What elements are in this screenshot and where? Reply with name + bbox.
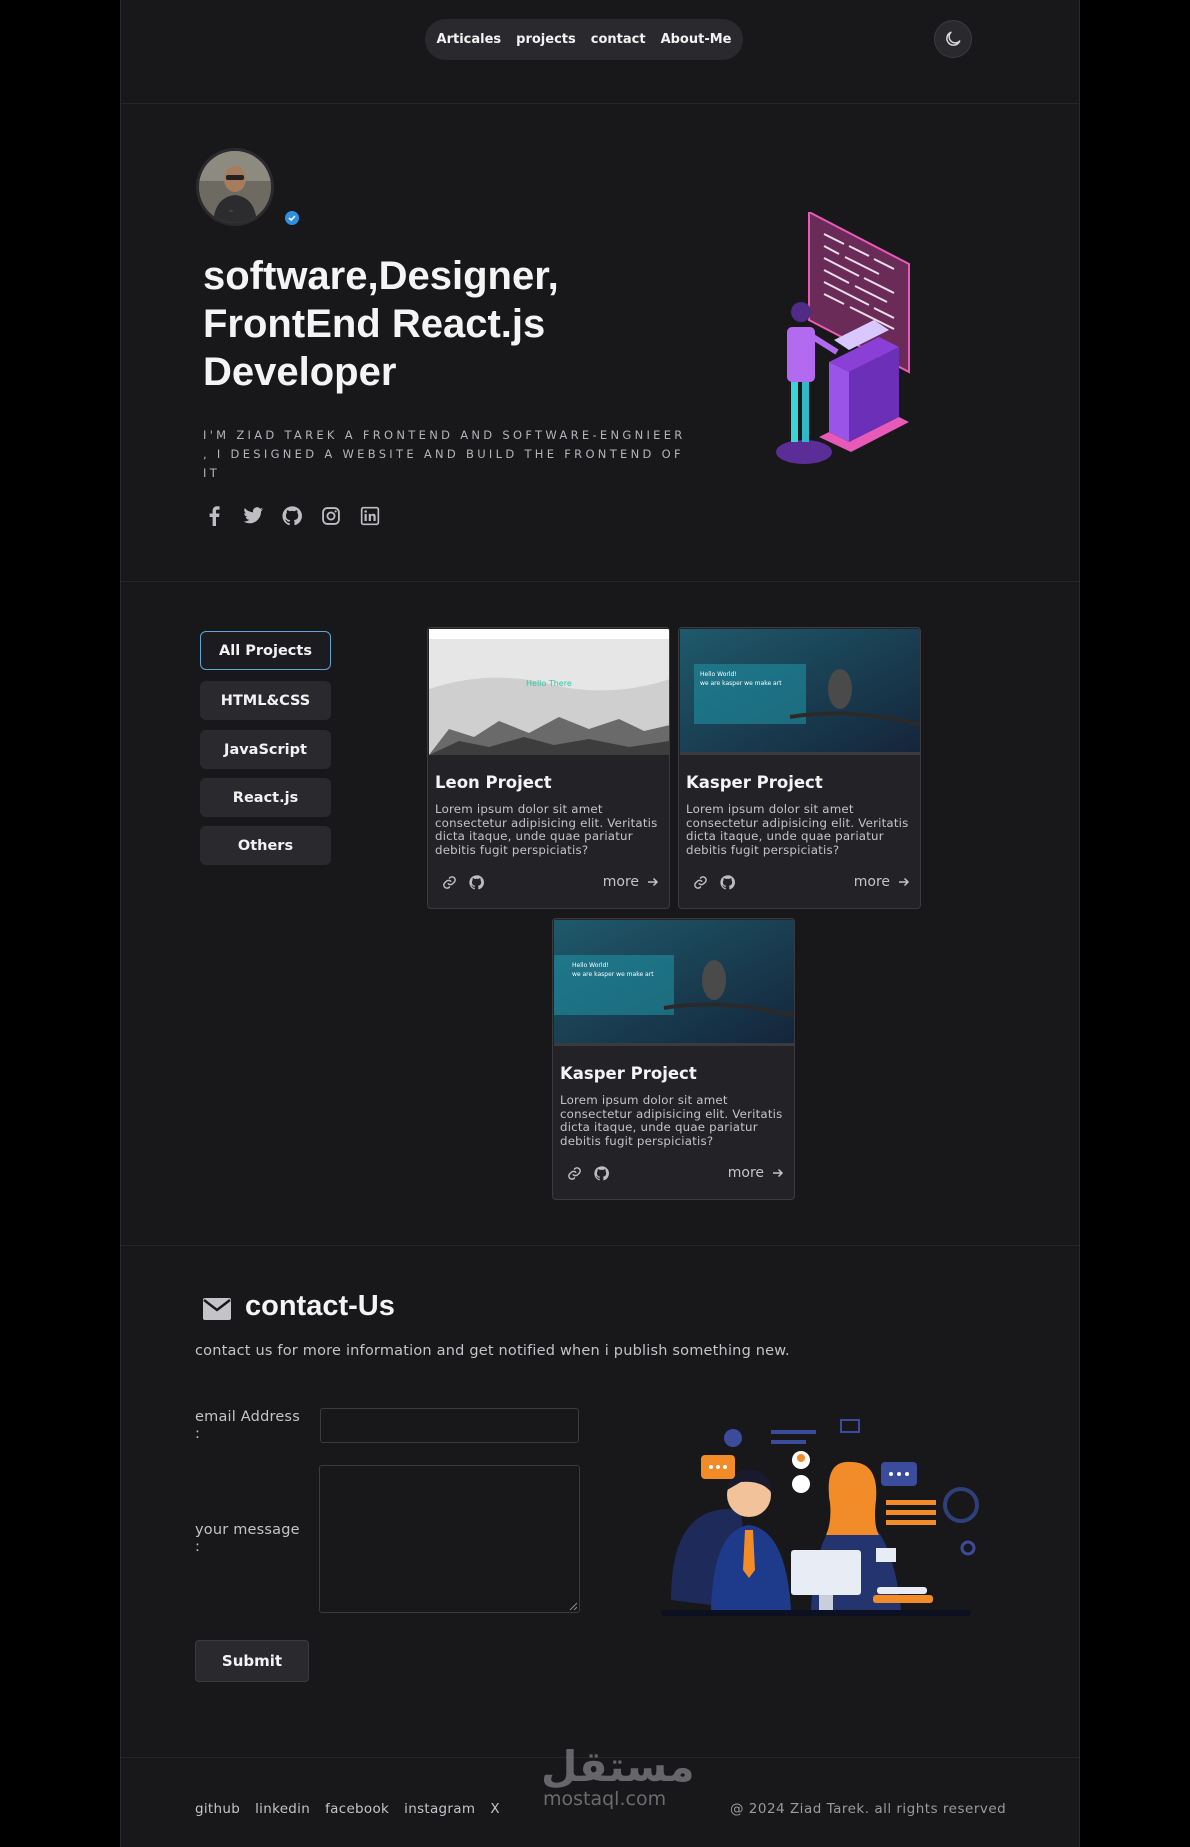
hero-divider [121, 581, 1079, 582]
project-thumbnail: Hello World! we are kasper we make art [680, 629, 920, 755]
email-field[interactable] [320, 1408, 579, 1443]
hero-title: software,Designer, FrontEnd React.js Dev… [203, 254, 559, 394]
more-label: more [853, 874, 890, 890]
github-icon[interactable] [719, 874, 736, 891]
footer-link-facebook[interactable]: facebook [325, 1801, 389, 1817]
theme-toggle-button[interactable] [934, 20, 972, 58]
footer-links: github linkedin facebook instagram X [195, 1801, 500, 1817]
filter-html-css[interactable]: HTML&CSS [200, 681, 331, 720]
project-description: Lorem ipsum dolor sit amet consectetur a… [560, 1093, 783, 1148]
resize-handle-icon[interactable] [569, 1602, 577, 1610]
filter-others[interactable]: Others [200, 826, 331, 865]
contact-subtitle: contact us for more information and get … [195, 1343, 790, 1359]
footer-link-github[interactable]: github [195, 1801, 240, 1817]
filter-all-projects[interactable]: All Projects [200, 631, 331, 670]
avatar: ~ [196, 148, 274, 226]
nav-item-contact[interactable]: contact [591, 32, 646, 47]
project-thumbnail: Hello World! we are kasper we make art [554, 920, 794, 1046]
submit-button[interactable]: Submit [195, 1640, 309, 1682]
more-link[interactable]: more [603, 874, 659, 890]
projects-divider [121, 1245, 1079, 1246]
link-icon[interactable] [692, 874, 709, 891]
thumbnail-heading: Hello There [526, 679, 572, 688]
arrow-right-icon [773, 1168, 784, 1178]
arrow-right-icon [899, 877, 910, 887]
more-link[interactable]: more [728, 1165, 784, 1181]
envelope-icon [203, 1298, 231, 1320]
thumbnail-heading: Hello World! [572, 962, 609, 969]
footer-link-x[interactable]: X [490, 1801, 500, 1817]
contact-title: contact-Us [245, 1290, 395, 1322]
more-label: more [602, 874, 639, 890]
link-icon[interactable] [441, 874, 458, 891]
copyright: @ 2024 Ziad Tarek. all rights reserved [730, 1801, 1007, 1817]
thumbnail-heading: Hello World! [700, 671, 737, 678]
project-links [566, 1165, 610, 1182]
github-icon[interactable] [281, 505, 303, 527]
facebook-icon[interactable] [203, 505, 225, 527]
arrow-right-icon [648, 877, 659, 887]
project-card: Hello World! we are kasper we make art K… [552, 918, 795, 1200]
link-icon[interactable] [566, 1165, 583, 1182]
project-card: Hello There Leon Project Lorem ipsum dol… [427, 627, 670, 909]
nav-item-about-me[interactable]: About-Me [661, 32, 732, 47]
filter-javascript[interactable]: JavaScript [200, 730, 331, 769]
hero-subtitle: I'M ZIAD TAREK A FRONTEND AND SOFTWARE-E… [203, 428, 686, 480]
footer-link-instagram[interactable]: instagram [404, 1801, 475, 1817]
social-links [203, 505, 381, 527]
linkedin-icon[interactable] [359, 505, 381, 527]
github-icon[interactable] [593, 1165, 610, 1182]
nav-item-projects[interactable]: projects [516, 32, 576, 47]
watermark-arabic: مستقل [541, 1742, 695, 1791]
filter-react[interactable]: React.js [200, 778, 331, 817]
instagram-icon[interactable] [320, 505, 342, 527]
svg-text:~: ~ [229, 209, 233, 215]
project-links [692, 874, 736, 891]
top-nav: Articales projects contact About-Me [425, 19, 743, 60]
project-description: Lorem ipsum dolor sit amet consectetur a… [686, 802, 909, 857]
project-title: Kasper Project [560, 1064, 697, 1083]
developer-illustration [776, 212, 910, 464]
project-thumbnail: Hello There [429, 629, 669, 755]
email-label: email Address : [195, 1409, 300, 1442]
github-icon[interactable] [468, 874, 485, 891]
message-label: your message : [195, 1522, 300, 1555]
more-link[interactable]: more [854, 874, 910, 890]
customer-support-illustration [661, 1419, 979, 1616]
nav-item-articles[interactable]: Articales [437, 32, 502, 47]
watermark-logo: مستقل mostaql.com [521, 1744, 695, 1814]
message-field[interactable] [319, 1465, 580, 1613]
footer-link-linkedin[interactable]: linkedin [255, 1801, 310, 1817]
project-title: Leon Project [435, 773, 552, 792]
thumbnail-subheading: we are kasper we make art [572, 971, 654, 978]
verified-badge-icon [285, 211, 299, 225]
project-card: Hello World! we are kasper we make art K… [678, 627, 921, 909]
twitter-icon[interactable] [242, 505, 264, 527]
header-divider [121, 103, 1079, 104]
project-description: Lorem ipsum dolor sit amet consectetur a… [435, 802, 658, 857]
watermark-text: mostaql.com [543, 1788, 667, 1810]
thumbnail-subheading: we are kasper we make art [700, 680, 782, 687]
more-label: more [727, 1165, 764, 1181]
page: Articales projects contact About-Me ~ so… [120, 0, 1080, 1847]
project-links [441, 874, 485, 891]
moon-icon [946, 31, 961, 46]
project-title: Kasper Project [686, 773, 823, 792]
